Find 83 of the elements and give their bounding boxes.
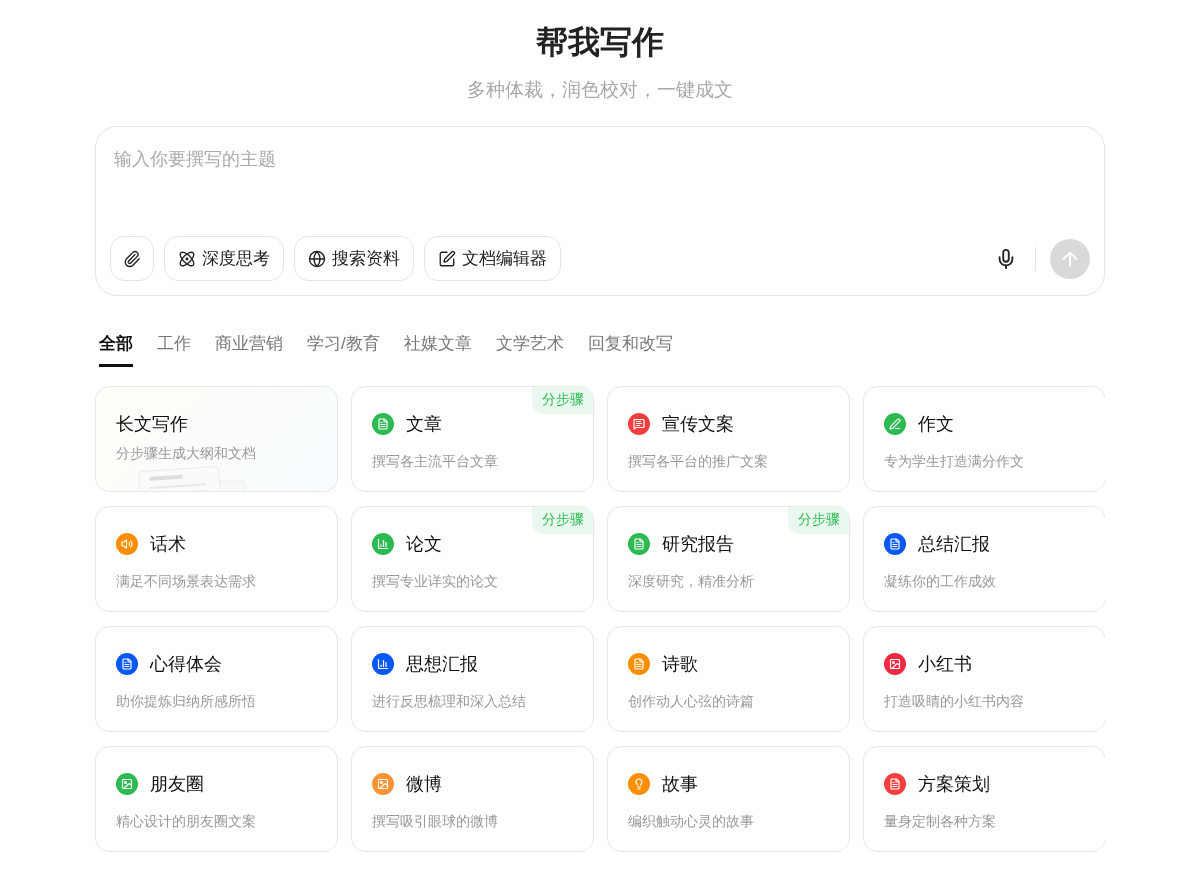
tool-button[interactable]: 搜索资料 xyxy=(294,236,414,281)
tool-button[interactable]: 文档编辑器 xyxy=(424,236,561,281)
template-card[interactable]: 长文写作 分步骤生成大纲和文档 xyxy=(95,386,338,492)
card-title: 总结汇报 xyxy=(918,533,990,556)
card-description: 专为学生打造满分作文 xyxy=(884,453,1025,471)
card-description: 进行反思梳理和深入总结 xyxy=(372,693,527,711)
card-title: 心得体会 xyxy=(150,653,222,676)
card-description: 编织触动心灵的故事 xyxy=(628,813,755,831)
template-card[interactable]: 故事 编织触动心灵的故事 xyxy=(607,746,850,852)
document-icon xyxy=(633,538,645,550)
image-icon xyxy=(377,778,389,790)
template-card[interactable]: 方案策划 量身定制各种方案 xyxy=(863,746,1105,852)
step-badge: 分步骤 xyxy=(788,507,849,534)
image-icon xyxy=(121,778,133,790)
card-description: 撰写各主流平台文章 xyxy=(372,453,499,471)
card-description: 分步骤生成大纲和文档 xyxy=(116,445,257,463)
template-card[interactable]: 分步骤 研究报告 深度研究，精准分析 xyxy=(607,506,850,612)
page-subtitle: 多种体裁，润色校对，一键成文 xyxy=(466,78,734,102)
category-tab[interactable]: 回复和改写 xyxy=(587,332,673,367)
chat-icon xyxy=(633,418,645,430)
chart-icon xyxy=(377,538,389,550)
template-card[interactable]: 分步骤 论文 撰写专业详实的论文 xyxy=(351,506,594,612)
card-title: 故事 xyxy=(662,773,698,796)
speaker-icon xyxy=(121,538,133,550)
template-card[interactable]: 作文 专为学生打造满分作文 xyxy=(863,386,1105,492)
template-card[interactable]: 心得体会 助你提炼归纳所感所悟 xyxy=(95,626,338,732)
card-description: 精心设计的朋友圈文案 xyxy=(116,813,257,831)
card-description: 助你提炼归纳所感所悟 xyxy=(116,693,257,711)
paperclip-icon xyxy=(123,249,141,268)
template-card[interactable]: 朋友圈 精心设计的朋友圈文案 xyxy=(95,746,338,852)
card-description: 打造吸睛的小红书内容 xyxy=(884,693,1025,711)
card-title: 朋友圈 xyxy=(150,773,204,796)
card-title: 诗歌 xyxy=(662,653,698,676)
card-title: 研究报告 xyxy=(662,533,734,556)
category-tab[interactable]: 工作 xyxy=(157,332,191,367)
card-description: 凝练你的工作成效 xyxy=(884,573,997,591)
pen-icon xyxy=(889,418,901,430)
template-card[interactable]: 分步骤 文章 撰写各主流平台文章 xyxy=(351,386,594,492)
attach-button[interactable] xyxy=(110,236,154,281)
edit-icon xyxy=(438,249,456,268)
template-card[interactable]: 微博 撰写吸引眼球的微博 xyxy=(351,746,594,852)
template-card[interactable]: 总结汇报 凝练你的工作成效 xyxy=(863,506,1105,612)
category-tab[interactable]: 学习/教育 xyxy=(307,332,380,367)
card-title: 话术 xyxy=(150,533,186,556)
atom-icon xyxy=(178,249,196,268)
image-icon xyxy=(889,658,901,670)
card-title: 微博 xyxy=(406,773,442,796)
template-card[interactable]: 话术 满足不同场景表达需求 xyxy=(95,506,338,612)
card-title: 宣传文案 xyxy=(662,413,734,436)
document-icon xyxy=(633,658,645,670)
template-card[interactable]: 小红书 打造吸睛的小红书内容 xyxy=(863,626,1105,732)
card-title: 论文 xyxy=(406,533,442,556)
category-tab[interactable]: 全部 xyxy=(99,332,133,367)
page-title: 帮我写作 xyxy=(535,23,665,62)
template-card[interactable]: 宣传文案 撰写各平台的推广文案 xyxy=(607,386,850,492)
template-card[interactable]: 思想汇报 进行反思梳理和深入总结 xyxy=(351,626,594,732)
globe-icon xyxy=(308,249,326,268)
document-icon xyxy=(889,538,901,550)
template-card[interactable]: 诗歌 创作动人心弦的诗篇 xyxy=(607,626,850,732)
lightbulb-icon xyxy=(633,778,645,790)
document-icon xyxy=(121,658,133,670)
card-description: 撰写吸引眼球的微博 xyxy=(372,813,499,831)
category-tab[interactable]: 文学艺术 xyxy=(495,332,564,367)
chart-icon xyxy=(377,658,389,670)
document-icon xyxy=(377,418,389,430)
card-description: 量身定制各种方案 xyxy=(884,813,997,831)
card-title: 方案策划 xyxy=(918,773,990,796)
card-title: 长文写作 xyxy=(116,413,188,436)
card-description: 深度研究，精准分析 xyxy=(628,573,755,591)
tool-button[interactable]: 深度思考 xyxy=(164,236,284,281)
card-title: 文章 xyxy=(406,413,442,436)
category-tab[interactable]: 社媒文章 xyxy=(403,332,472,367)
card-description: 创作动人心弦的诗篇 xyxy=(628,693,755,711)
card-title: 作文 xyxy=(918,413,954,436)
card-description: 撰写专业详实的论文 xyxy=(372,573,499,591)
category-tab[interactable]: 商业营销 xyxy=(215,332,283,367)
document-icon xyxy=(889,778,901,790)
card-description: 满足不同场景表达需求 xyxy=(116,573,257,591)
card-title: 思想汇报 xyxy=(406,653,478,676)
card-title: 小红书 xyxy=(918,653,972,676)
step-badge: 分步骤 xyxy=(532,507,593,534)
card-description: 撰写各平台的推广文案 xyxy=(628,453,769,471)
step-badge: 分步骤 xyxy=(532,387,593,414)
